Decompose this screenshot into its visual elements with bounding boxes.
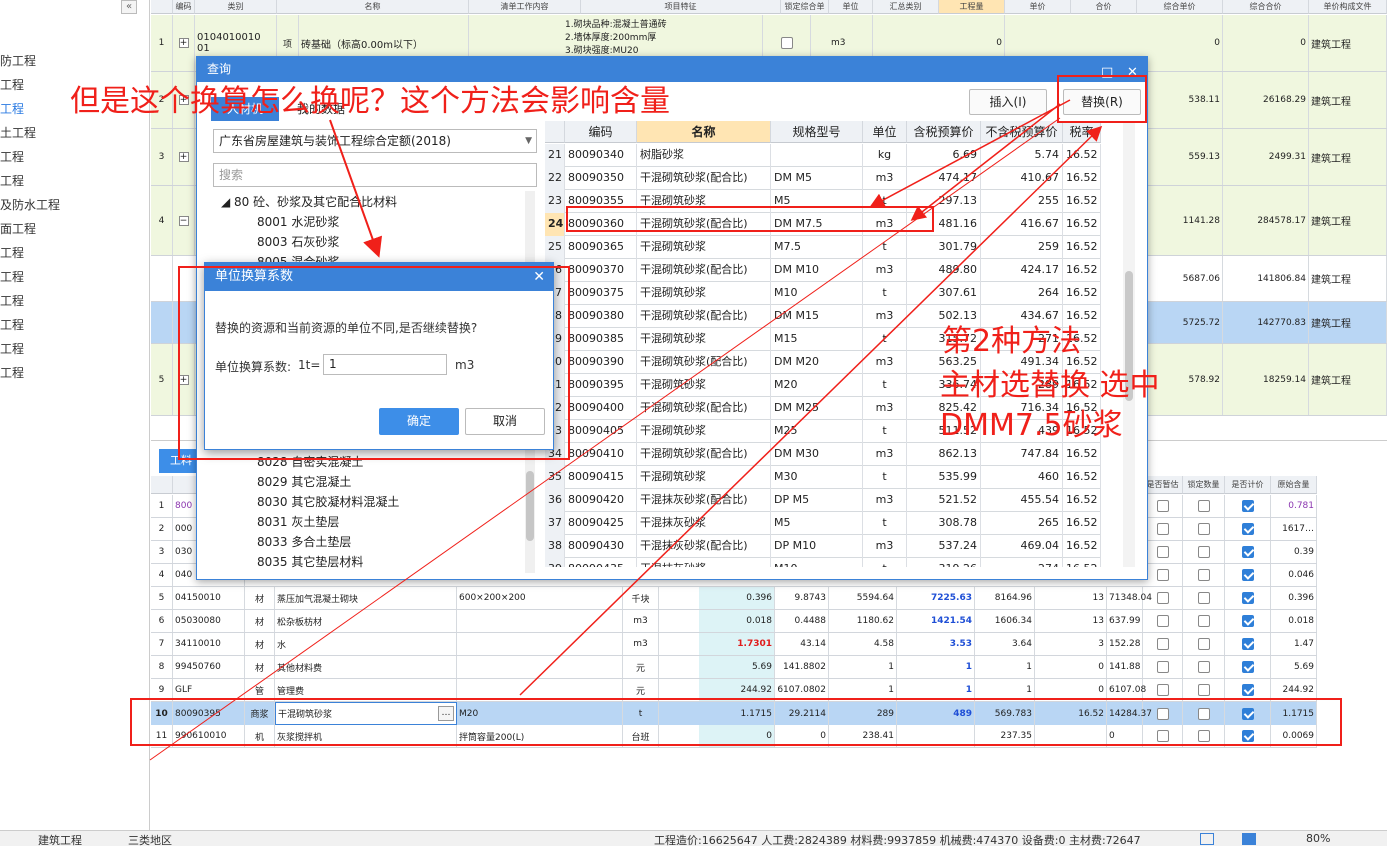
highlight-replace-button [1057,75,1147,123]
annotation-material: DMM7.5砂浆 [940,408,1123,443]
arrow-to-unit-dialog [329,119,383,258]
arrow-to-unit-t [910,103,1061,221]
annotation-method: 第2种方法 [942,324,1082,359]
highlight-unit-dialog [178,266,570,460]
annotation-top: 但是这个换算怎么换呢？这个方法会影响含量 [70,84,670,119]
annotation-instruction: 主材选替换 选中 [940,368,1160,403]
highlight-dmm75-row [566,206,934,232]
arrow-to-dmm75-row [869,99,1071,208]
highlight-selected-row [130,698,1342,746]
